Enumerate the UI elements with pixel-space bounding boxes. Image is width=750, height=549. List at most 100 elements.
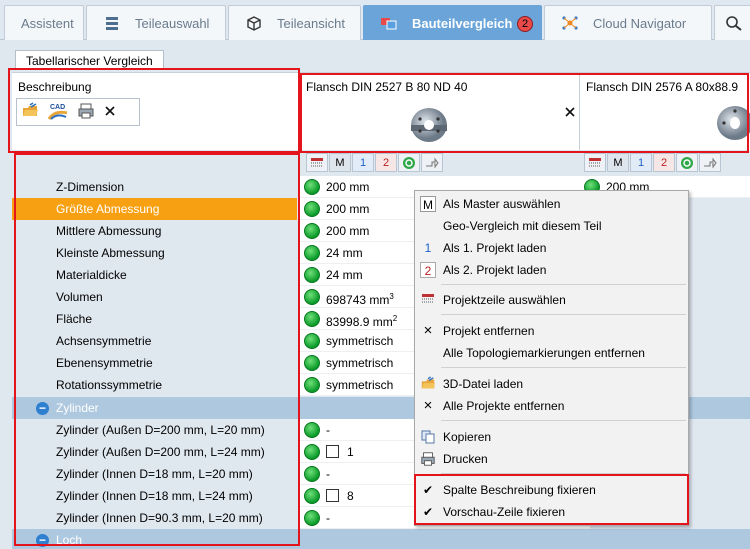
menu-separator [441,367,686,368]
tab-tabellarischer-vergleich[interactable]: Tabellarischer Vergleich [15,50,164,70]
menu-item-label: Spalte Beschreibung fixieren [443,483,596,497]
menu-separator [441,473,686,474]
topology-checkbox[interactable] [326,445,339,458]
menu-item-load-project-1[interactable]: 1 Als 1. Projekt laden [415,237,688,259]
value-text: 200 mm [326,202,370,216]
menu-separator [441,314,686,315]
match-status-icon [304,422,320,438]
group-row-loch[interactable]: − Loch [12,529,750,549]
close-icon[interactable] [564,106,576,121]
value-text: - [326,423,330,437]
tab-teileansicht[interactable]: Teileansicht [228,5,361,40]
count-badge: 2 [517,16,533,32]
row-label: Größte Abmessung [12,198,297,220]
menu-item-label: Alle Projekte entfernen [443,399,565,413]
value-text: - [326,467,330,481]
row-select-icon[interactable] [584,153,606,172]
match-status-icon [304,311,320,327]
master-button[interactable]: M [329,153,351,172]
menu-item-label: Als 2. Projekt laden [443,263,547,277]
menu-item-label: Als 1. Projekt laden [443,241,547,255]
match-status-icon [304,488,320,504]
geo-compare-icon[interactable] [676,153,698,172]
topology-checkbox[interactable] [326,489,339,502]
menu-item-label: Alle Topologiemarkierungen entfernen [443,346,645,360]
menu-item-fix-description[interactable]: ✔ Spalte Beschreibung fixieren [415,479,688,501]
tab-search[interactable] [714,5,750,40]
match-status-icon [304,377,320,393]
menu-item-select-row[interactable]: Projektzeile auswählen [415,289,688,311]
value-text: 24 mm [326,246,363,260]
menu-item-fix-preview[interactable]: ✔ Vorschau-Zeile fixieren [415,501,688,523]
tab-bauteilvergleich[interactable]: Bauteilvergleich 2 [363,5,542,40]
cad-icon[interactable]: CAD [47,101,69,124]
value-text: 24 mm [326,268,363,282]
collapse-icon[interactable]: − [36,402,49,415]
match-status-icon [304,245,320,261]
project-2-title: Flansch DIN 2576 A 80x88.9 [586,80,739,94]
menu-item-load-3d[interactable]: 3D-Datei laden [415,373,688,395]
master-button[interactable]: M [607,153,629,172]
row-label: Rotationssymmetrie [12,374,297,396]
menu-item-remove-project[interactable]: × Projekt entfernen [415,320,688,342]
part-view-icon [245,15,263,31]
row-label: Ebenensymmetrie [12,352,297,374]
project-1-title: Flansch DIN 2527 B 80 ND 40 [306,80,468,94]
tab-teileauswahl[interactable]: Teileauswahl [86,5,226,40]
load-as-project-1-button[interactable]: 1 [630,153,652,172]
menu-item-copy[interactable]: Kopieren [415,426,688,448]
print-icon [420,451,436,467]
value-text: symmetrisch [326,378,394,392]
menu-item-label: Kopieren [443,430,492,444]
value-text: 200 mm [326,180,370,194]
tab-assistent[interactable]: Assistent [4,5,84,40]
menu-item-remove-topology[interactable]: Alle Topologiemarkierungen entfernen [415,342,688,364]
header-description-column: Beschreibung CAD [12,73,300,151]
match-status-icon [304,267,320,283]
menu-item-label: Drucken [443,452,488,466]
collapse-icon[interactable]: − [36,534,49,547]
header-project-2: Flansch DIN 2576 A 80x88.9 [580,73,750,151]
menu-item-remove-all[interactable]: × Alle Projekte entfernen [415,395,688,417]
menu-item-load-project-2[interactable]: 2 Als 2. Projekt laden [415,259,688,281]
checkmark-icon: ✔ [422,505,434,519]
comparison-header: Beschreibung CAD Flansch DIN 2527 B 80 N… [12,72,750,151]
row-label: Materialdicke [12,264,297,286]
tab-cloud-navigator[interactable]: Cloud Navigator [544,5,712,40]
menu-item-master[interactable]: M Als Master auswählen [415,193,688,215]
row-select-icon[interactable] [306,153,328,172]
load-as-project-2-button[interactable]: 2 [375,153,397,172]
value-text: 200 mm [326,224,370,238]
menu-item-label: Geo-Vergleich mit diesem Teil [443,219,602,233]
preview-toolbar: CAD [16,98,140,126]
load-as-project-1-button[interactable]: 1 [352,153,374,172]
project-2-toolbar: M 1 2 [584,153,722,172]
export-arrow-icon[interactable] [699,153,721,172]
close-icon[interactable] [103,104,117,121]
value-text: 1 [347,445,354,459]
row-select-icon [420,292,436,308]
unit-exponent: 2 [392,314,398,323]
print-icon[interactable] [77,102,95,123]
menu-item-print[interactable]: Drucken [415,448,688,470]
menu-item-geo-compare[interactable]: Geo-Vergleich mit diesem Teil [415,215,688,237]
match-status-icon [304,444,320,460]
geo-compare-icon[interactable] [398,153,420,172]
menu-item-label: Projekt entfernen [443,324,535,338]
match-status-icon [304,466,320,482]
menu-separator [441,420,686,421]
load-3d-icon[interactable] [21,101,39,123]
group-label: Loch [56,533,83,547]
value-text: 83998.9 mm [326,315,393,329]
tab-label: Cloud Navigator [593,15,687,31]
value-text: symmetrisch [326,356,394,370]
tab-label: Teileauswahl [135,15,210,31]
row-label: Zylinder (Außen D=200 mm, L=24 mm) [12,441,297,463]
row-label: Kleinste Abmessung [12,242,297,264]
export-arrow-icon[interactable] [421,153,443,172]
project-2-icon: 2 [420,262,436,278]
match-status-icon [304,201,320,217]
tab-bar: Assistent Teileauswahl Teileansicht Baut… [0,0,750,40]
load-as-project-2-button[interactable]: 2 [653,153,675,172]
row-label: Fläche [12,308,297,330]
